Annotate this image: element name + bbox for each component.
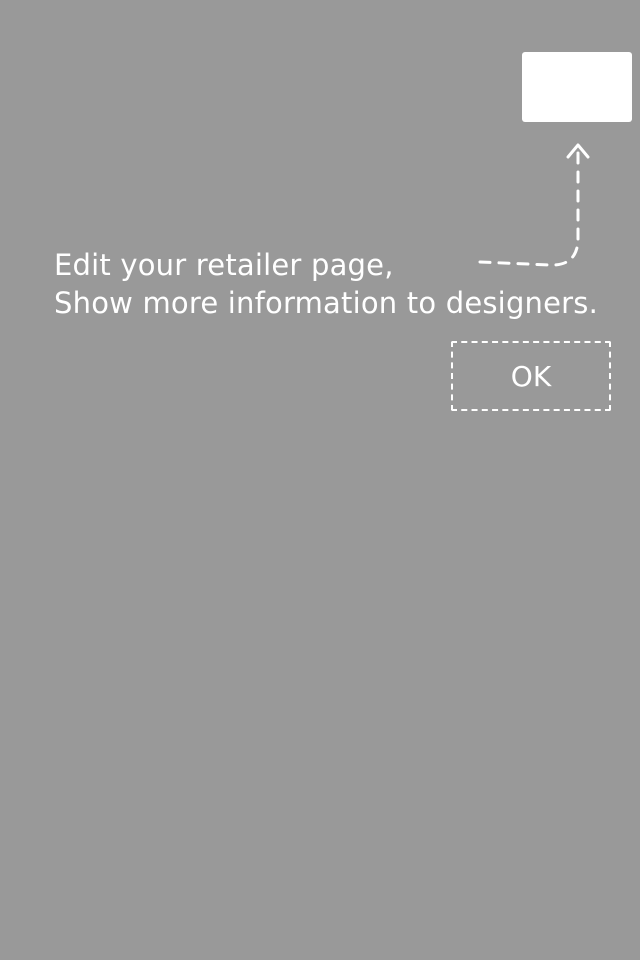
guide-message: Edit your retailer page, Show more infor…: [54, 246, 634, 322]
ok-button[interactable]: OK: [451, 341, 611, 411]
guide-message-line-2: Show more information to designers.: [54, 286, 599, 320]
guide-message-line-1: Edit your retailer page,: [54, 248, 394, 282]
highlighted-target[interactable]: [522, 52, 632, 122]
guide-overlay: Edit your retailer page, Show more infor…: [0, 0, 640, 960]
